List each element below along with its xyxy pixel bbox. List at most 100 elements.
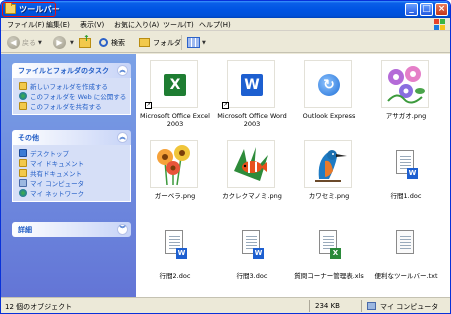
views-icon [187, 37, 200, 48]
place-link-label: マイ ドキュメント [30, 160, 85, 168]
file-folder-tasks-header[interactable]: ファイルとフォルダのタスク ︽ [12, 63, 131, 78]
new-folder-icon [19, 82, 27, 90]
status-bar: 12 個のオブジェクト 234 KB マイ コンピュータ [1, 297, 450, 313]
up-folder-button[interactable]: ↑ [79, 34, 91, 49]
search-button[interactable]: 検索 [99, 36, 125, 49]
details-header[interactable]: 詳細 ︾ [12, 222, 131, 237]
share-icon [19, 102, 27, 110]
file-folder-tasks-body: 新しいフォルダを作成する このフォルダを Web に公開する このフォルダを共有… [12, 78, 131, 115]
file-folder-tasks-panel: ファイルとフォルダのタスク ︽ 新しいフォルダを作成する このフォルダを Web… [12, 63, 131, 115]
close-button[interactable]: × [435, 3, 448, 16]
place-link-shared-documents[interactable]: 共有ドキュメント [19, 168, 130, 178]
web-publish-icon [19, 92, 27, 100]
search-icon [99, 38, 108, 47]
desktop-icon [19, 149, 27, 157]
outlook-express-icon: ↻ [318, 74, 340, 96]
maximize-button[interactable]: □ [420, 3, 433, 16]
views-button[interactable]: ▼ [187, 36, 206, 49]
folders-button[interactable]: フォルダ [139, 36, 181, 49]
back-button[interactable]: ◀ 戻る ▼ [7, 36, 42, 49]
word-document-icon: W [242, 230, 264, 259]
excel-icon: X [164, 74, 186, 96]
toolbar-separator [181, 35, 182, 50]
gerbera-image [157, 145, 190, 186]
back-dropdown-icon: ▼ [38, 39, 42, 46]
thumbnail-frame: X [150, 60, 198, 108]
place-link-desktop[interactable]: デスクトップ [19, 148, 130, 158]
back-arrow-icon: ◀ [7, 36, 20, 49]
file-name: 行間3.doc [236, 272, 268, 280]
menu-favorites[interactable]: お気に入り(A) [114, 20, 159, 30]
text-document-icon [396, 230, 414, 254]
menu-file[interactable]: ファイル(F) [7, 20, 45, 30]
views-dropdown-icon: ▼ [202, 39, 206, 46]
place-link-label: 共有ドキュメント [30, 170, 82, 178]
file-name: 行間2.doc [159, 272, 191, 280]
my-computer-icon [19, 179, 27, 187]
place-link-my-documents[interactable]: マイ ドキュメント [19, 158, 130, 168]
forward-arrow-icon: ▶ [53, 36, 66, 49]
details-title: 詳細 [18, 226, 32, 234]
thumbnail-frame: W [150, 220, 198, 268]
status-divider [309, 300, 310, 312]
word-icon: W [241, 74, 263, 96]
search-label: 検索 [111, 38, 125, 47]
title-bar[interactable]: ツールバー _ □ × [1, 1, 450, 18]
collapse-chevron-icon[interactable]: ︽ [117, 132, 128, 143]
other-places-body: デスクトップ マイ ドキュメント 共有ドキュメント マイ コンピュータ マイ ネ… [12, 145, 131, 202]
file-name: 質問コーナー管理表.xls [294, 272, 364, 280]
shortcut-arrow-icon: ↗ [145, 102, 152, 109]
up-folder-icon: ↑ [79, 34, 91, 48]
word-document-icon: W [165, 230, 187, 259]
minimize-button[interactable]: _ [405, 3, 418, 16]
file-name: Microsoft Office Word 2003 [217, 112, 287, 128]
task-link-new-folder[interactable]: 新しいフォルダを作成する [19, 81, 130, 91]
thumbnail-frame: W [381, 140, 429, 188]
back-label: 戻る [22, 38, 36, 47]
thumbnail-frame [304, 140, 352, 188]
excel-document-icon: X [319, 230, 341, 259]
menu-help[interactable]: ヘルプ(H) [199, 20, 231, 30]
place-link-label: マイ ネットワーク [30, 190, 85, 198]
task-pane: ファイルとフォルダのタスク ︽ 新しいフォルダを作成する このフォルダを Web… [1, 54, 136, 297]
menu-tools[interactable]: ツール(T) [163, 20, 194, 30]
task-link-share[interactable]: このフォルダを共有する [19, 101, 130, 111]
task-link-label: このフォルダを Web に公開する [30, 93, 127, 101]
file-name: カワセミ.png [308, 192, 350, 200]
file-name: ガーベラ.png [154, 192, 196, 200]
file-name: アサガオ.png [385, 112, 427, 120]
minimize-icon: _ [409, 4, 414, 14]
place-link-my-computer[interactable]: マイ コンピュータ [19, 178, 130, 188]
expand-chevron-icon[interactable]: ︾ [117, 224, 128, 235]
menu-edit[interactable]: 編集(E) [46, 20, 70, 30]
folders-label: フォルダ [153, 38, 181, 47]
folders-icon [139, 38, 150, 47]
word-document-icon: W [396, 150, 418, 179]
task-link-web-publish[interactable]: このフォルダを Web に公開する [19, 91, 130, 101]
place-link-my-network[interactable]: マイ ネットワーク [19, 188, 130, 198]
menu-bar: ファイル(F) 編集(E) 表示(V) お気に入り(A) ツール(T) ヘルプ(… [1, 18, 450, 31]
title-highlight-annotation [2, 2, 56, 17]
details-panel: 詳細 ︾ [12, 222, 131, 237]
file-name: Microsoft Office Excel 2003 [140, 112, 210, 128]
file-name: 便利なツールバー.txt [374, 272, 438, 280]
file-folder-tasks-title: ファイルとフォルダのタスク [18, 67, 109, 75]
other-places-title: その他 [18, 134, 39, 142]
file-name: 行間1.doc [390, 192, 422, 200]
status-divider [361, 300, 362, 312]
collapse-chevron-icon[interactable]: ︽ [117, 65, 128, 76]
thumbnail-frame: X [304, 220, 352, 268]
my-network-icon [19, 189, 27, 197]
other-places-header[interactable]: その他 ︽ [12, 130, 131, 145]
status-location: マイ コンピュータ [380, 303, 439, 311]
file-name: Outlook Express [302, 112, 356, 120]
standard-toolbar: ◀ 戻る ▼ ▶ ▼ ↑ 検索 フォルダ ▼ [1, 32, 450, 53]
other-places-panel: その他 ︽ デスクトップ マイ ドキュメント 共有ドキュメント マイ コンピュー… [12, 130, 131, 202]
thumbnail-frame [381, 60, 429, 108]
forward-button[interactable]: ▶ ▼ [53, 36, 74, 49]
menu-view[interactable]: 表示(V) [80, 20, 104, 30]
thumbnail-frame [227, 140, 275, 188]
kingfisher-image [315, 150, 347, 182]
status-object-count: 12 個のオブジェクト [5, 303, 73, 311]
my-documents-icon [19, 159, 27, 167]
